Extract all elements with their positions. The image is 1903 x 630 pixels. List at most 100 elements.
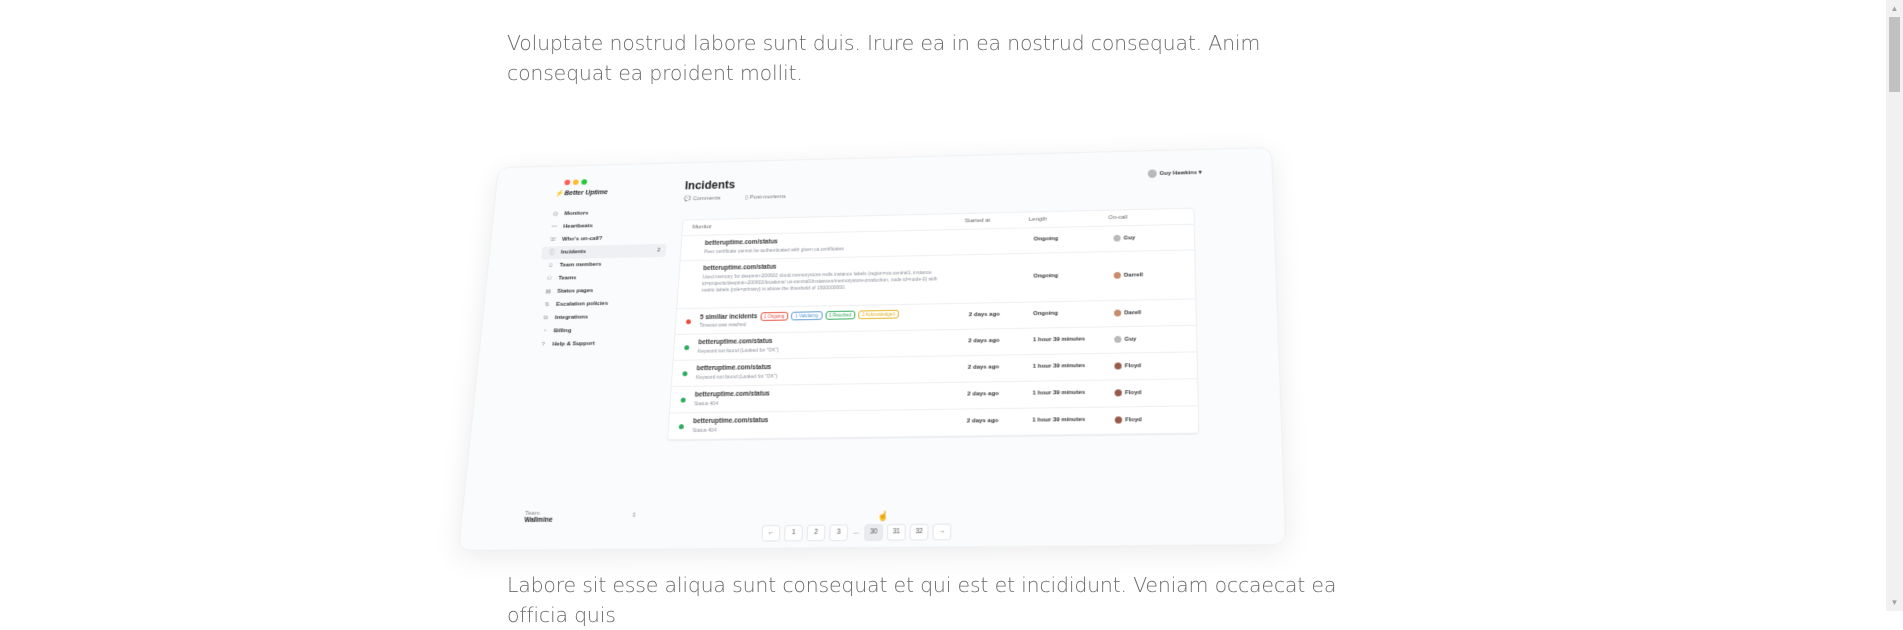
avatar [1114,335,1122,343]
user-icon: ☺ [547,262,554,269]
minimize-dot [572,179,579,185]
user-menu[interactable]: Guy Hawkins ▾ [1147,168,1202,178]
sidebar-item-label: Escalation policies [555,301,609,308]
incident-detail: Keyword not found (Looked for "OK") [697,347,779,355]
incident-length: Ongoing [1033,236,1059,243]
team-name: Wallmine [524,516,553,525]
avatar [1114,389,1122,397]
page-button[interactable]: 1 [783,524,804,542]
oncall-name: Guy [1123,235,1136,242]
prev-page-arrow-icon[interactable]: ← [761,524,781,542]
page-button[interactable]: 32 [909,523,929,541]
avatar [1114,362,1122,370]
sidebar-item-label: Status pages [557,288,594,295]
page-button[interactable]: 30 [864,524,884,541]
status-badge: 2 Acknowledged [858,309,899,320]
oncall-name: Darrell [1123,272,1144,279]
oncall-user: Floyd [1114,416,1142,424]
status-dot [682,371,688,377]
status-page-icon: ▤ [545,289,552,295]
monitor-name[interactable]: betteruptime.com/status [696,364,771,372]
tab-postmortems-label: Post-mortems [749,194,786,201]
sidebar-item-label: Team members [559,261,602,269]
scroll-thumb[interactable] [1889,17,1900,92]
status-dot [684,345,690,351]
user-name: Guy Hawkins [1159,170,1198,177]
incidents-table: Monitor Started at Length On-call better… [666,207,1200,442]
scroll-up-arrow-icon[interactable]: ▲ [1886,0,1903,17]
brand-name: Better Uptime [564,189,608,197]
app-window: ⚡Better Uptime ◎ Monitors 〰 Heartbeats ☏ Who'… [457,147,1287,552]
incident-detail: Keyword not found (Looked for "OK") [695,373,778,381]
started-at: 2 days ago [968,337,1000,345]
started-at: 2 days ago [968,311,1000,319]
oncall-name: Guy [1124,336,1137,343]
product-screenshot: ⚡Better Uptime ◎ Monitors 〰 Heartbeats ☏ Who'… [457,145,1287,552]
monitor-name[interactable]: betteruptime.com/status [698,338,773,346]
avatar [1113,271,1121,279]
sidebar-item-label: Teams [558,275,577,282]
sidebar-item-help-support[interactable]: ? Help & Support [532,336,659,352]
oncall-user: Guy [1114,335,1137,343]
monitor-name-text: 5 similiar incidents [699,313,758,322]
incident-length: 1 hour 39 minutes [1032,336,1086,344]
help-icon: ? [541,341,546,348]
hand-cursor-icon: ☝ [877,510,889,522]
chevron-updown-icon[interactable]: ⇕ [631,512,637,519]
oncall-user: Darrell [1113,271,1144,279]
incident-length: Ongoing [1033,310,1058,317]
status-badge: 1 Validating [791,311,823,321]
oncall-name: Floyd [1124,363,1142,370]
avatar [1113,234,1121,242]
avatar [1114,416,1123,424]
monitor-name-text: betteruptime.com/status [692,417,769,426]
article-paragraph-1: Voluptate nostrud labore sunt duis. Irur… [507,31,1261,85]
avatar [1147,169,1157,178]
tab-comments[interactable]: 💬 Comments [684,196,732,202]
status-badge: 1 Resolved [824,310,856,320]
scrollbar[interactable]: ▲ ▼ [1886,0,1903,611]
globe-icon: ◎ [552,211,559,218]
sidebar-item-label: Monitors [564,210,589,217]
incident-detail: Used memory for deepmin-200602 cloud.mem… [701,270,938,294]
incident-detail: Status 404 [694,401,719,408]
pagination-ellipsis: ... [853,528,860,536]
brand: ⚡Better Uptime [555,187,671,197]
started-at: 2 days ago [966,418,999,425]
monitor-name[interactable]: betteruptime.com/status [693,417,769,425]
col-length: Length [1028,216,1048,223]
main-content: Incidents 💬 Comments ▯ Post-mortems Guy … [666,160,1232,442]
monitor-name[interactable]: betteruptime.com/status [703,264,777,272]
heartbeat-icon: 〰 [551,224,558,230]
sidebar: ⚡Better Uptime ◎ Monitors 〰 Heartbeats ☏ Who'… [515,183,670,531]
page-button[interactable]: 3 [829,524,849,542]
sidebar-item-label: Integrations [554,314,589,321]
page-button[interactable]: 2 [806,524,826,542]
monitor-name[interactable]: betteruptime.com/status [695,391,770,399]
monitor-name-text: betteruptime.com/status [702,263,777,272]
incident-length: Ongoing [1033,273,1059,280]
scroll-down-arrow-icon[interactable]: ▼ [1886,594,1903,611]
sidebar-item-label: Help & Support [552,341,595,348]
monitor-name-text: betteruptime.com/status [694,390,770,399]
sidebar-nav: ◎ Monitors 〰 Heartbeats ☏ Who's on-call? ⓘ Inci… [532,205,669,351]
article-paragraph-2: Labore sit esse aliqua sunt consequat et… [507,573,1337,627]
incident-length: 1 hour 39 minutes [1032,363,1086,370]
billing-icon: ◔ [542,328,547,335]
escalation-icon: ⇅ [544,302,550,308]
logo-icon: ⚡ [554,190,564,198]
monitor-name[interactable]: betteruptime.com/status [705,239,778,247]
avatar [1114,309,1122,317]
team-switcher[interactable]: Team Wallmine [524,511,553,524]
oncall-user: Guy [1113,234,1136,242]
oncall-user: Darell [1114,309,1141,317]
monitor-name-text: betteruptime.com/status [704,238,779,247]
sidebar-item-label: Who's on-call? [561,236,603,243]
col-started: Started at [964,218,991,225]
incident-count-badge: 2 [656,247,661,254]
monitor-name-text: betteruptime.com/status [696,364,772,373]
tab-postmortems[interactable]: ▯ Post-mortems [745,194,798,201]
table-body: betteruptime.com/status Peer certificate … [667,224,1199,441]
next-page-arrow-icon[interactable]: → [932,523,952,541]
page-button[interactable]: 31 [886,523,906,541]
